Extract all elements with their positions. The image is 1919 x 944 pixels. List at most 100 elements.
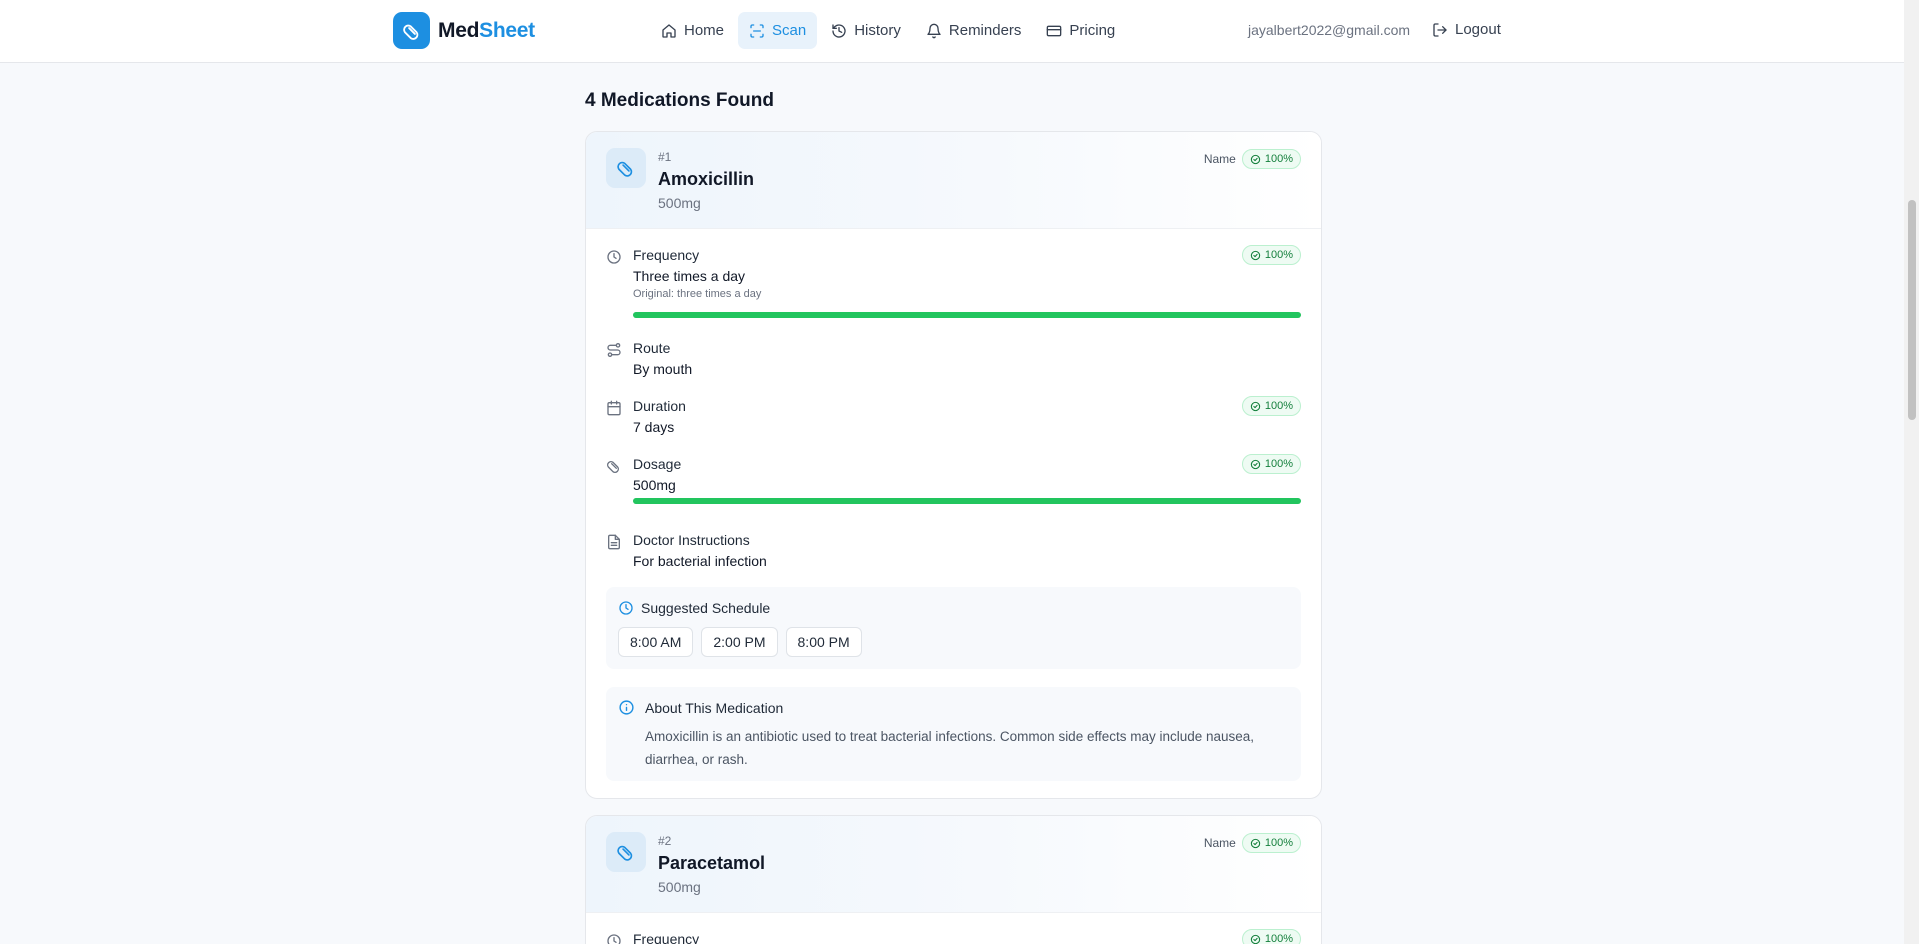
field-label: Dosage: [633, 456, 682, 472]
nav-reminders-label: Reminders: [948, 22, 1022, 39]
logo-text-sheet: Sheet: [479, 18, 535, 42]
name-confidence: Name 100%: [1204, 833, 1301, 853]
confidence-bar-fill: [633, 312, 1301, 318]
field-label: Doctor Instructions: [633, 532, 750, 548]
field-dosage: Dosage 500mg 100%: [606, 454, 1301, 516]
pill-icon: [607, 461, 619, 473]
field-duration: Duration 7 days 100%: [606, 396, 1301, 438]
medication-strength: 500mg: [658, 195, 701, 211]
logout-icon: [1433, 22, 1447, 37]
field-label: Duration: [633, 398, 686, 414]
route-icon: [607, 343, 621, 357]
page-scrollbar-thumb[interactable]: [1908, 200, 1916, 420]
logout-label: Logout: [1455, 21, 1501, 38]
confidence-badge: 100%: [1241, 245, 1301, 265]
clock-icon: [607, 934, 621, 944]
clock-icon: [619, 601, 633, 615]
confidence-bar: [633, 498, 1301, 504]
about-title: About This Medication: [645, 700, 784, 716]
medication-strength: 500mg: [658, 879, 701, 895]
name-confidence: Name 100%: [1204, 149, 1301, 169]
schedule-time-chip[interactable]: 8:00 PM: [785, 627, 862, 657]
field-value: Three times a day: [633, 268, 746, 284]
nav-scan[interactable]: Scan: [738, 12, 818, 49]
nav-pricing-label: Pricing: [1069, 22, 1116, 39]
info-icon: [619, 700, 634, 715]
nav-home-label: Home: [684, 22, 725, 39]
medication-card-header: #1 Amoxicillin 500mg Name 100%: [586, 132, 1321, 229]
nav-history-label: History: [854, 22, 901, 39]
credit-card-icon: [1047, 25, 1062, 36]
field-label: Frequency: [633, 931, 700, 944]
medication-card: #2 Paracetamol 500mg Name 100% Frequency…: [585, 815, 1322, 944]
nav-reminders[interactable]: Reminders: [915, 12, 1033, 49]
pill-icon: [606, 832, 646, 872]
home-icon: [662, 23, 676, 38]
field-value: 7 days: [633, 419, 675, 435]
confidence-badge: 100%: [1241, 396, 1301, 416]
user-email: jayalbert2022@gmail.com: [1248, 22, 1411, 38]
confidence-bar-fill: [633, 498, 1301, 504]
field-original: Original: three times a day: [633, 288, 762, 300]
document-icon: [608, 534, 620, 550]
field-label: Route: [633, 340, 671, 356]
schedule-times: 8:00 AM 2:00 PM 8:00 PM: [618, 627, 870, 657]
nav-home[interactable]: Home: [650, 12, 735, 49]
nav-pricing[interactable]: Pricing: [1035, 12, 1126, 49]
confidence-value: 100%: [1264, 249, 1293, 261]
medication-name: Paracetamol: [658, 853, 766, 873]
field-doctor-instructions: Doctor Instructions For bacterial infect…: [606, 532, 1301, 572]
confidence-value: 100%: [1264, 933, 1293, 944]
calendar-icon: [607, 400, 621, 416]
confidence-value: 100%: [1264, 153, 1293, 165]
field-value: For bacterial infection: [633, 553, 767, 569]
medication-index: #2: [658, 834, 672, 848]
check-circle-icon: [1250, 838, 1261, 848]
medication-card-header: #2 Paracetamol 500mg Name 100%: [586, 816, 1321, 913]
confidence-value: 100%: [1264, 837, 1293, 849]
confidence-badge: 100%: [1241, 454, 1301, 474]
confidence-badge: 100%: [1241, 929, 1301, 944]
field-label: Frequency: [633, 247, 700, 263]
schedule-time-chip[interactable]: 2:00 PM: [701, 627, 778, 657]
medication-index: #1: [658, 150, 672, 164]
page-scrollbar[interactable]: [1904, 0, 1919, 944]
bell-icon: [927, 23, 941, 38]
field-value: 500mg: [633, 477, 676, 493]
results-title: 4 Medications Found: [585, 90, 774, 111]
clock-icon: [607, 250, 621, 264]
field-value: By mouth: [633, 361, 693, 377]
field-route: Route By mouth: [606, 340, 1301, 380]
check-circle-icon: [1250, 401, 1261, 411]
nav-scan-label: Scan: [772, 22, 807, 39]
suggested-schedule: Suggested Schedule 8:00 AM 2:00 PM 8:00 …: [606, 587, 1301, 669]
field-frequency: Frequency Three times a day Original: th…: [606, 245, 1301, 327]
schedule-time-chip[interactable]: 8:00 AM: [618, 627, 694, 657]
scan-icon: [750, 23, 764, 38]
top-navbar: MedSheet Home Scan History Reminders Pri…: [0, 0, 1904, 63]
logo[interactable]: MedSheet: [393, 12, 535, 49]
about-text: Amoxicillin is an antibiotic used to tre…: [645, 729, 1255, 767]
main-nav: Home Scan History Reminders Pricing: [650, 12, 1129, 49]
check-circle-icon: [1250, 250, 1261, 260]
about-medication: About This Medication Amoxicillin is an …: [606, 687, 1301, 781]
confidence-badge: 100%: [1241, 833, 1301, 853]
confidence-badge: 100%: [1241, 149, 1301, 169]
name-confidence-label: Name: [1203, 152, 1236, 166]
schedule-title: Suggested Schedule: [641, 600, 771, 616]
confidence-value: 100%: [1264, 400, 1293, 412]
history-icon: [832, 23, 846, 38]
name-confidence-label: Name: [1203, 836, 1236, 850]
check-circle-icon: [1250, 459, 1261, 469]
pill-logo-icon: [393, 12, 430, 49]
medication-card: #1 Amoxicillin 500mg Name 100% Frequency…: [585, 131, 1322, 799]
confidence-value: 100%: [1264, 458, 1293, 470]
confidence-bar: [633, 312, 1301, 318]
pill-icon: [606, 148, 646, 188]
check-circle-icon: [1250, 934, 1261, 944]
logout-button[interactable]: Logout: [1432, 21, 1501, 38]
medication-name: Amoxicillin: [658, 169, 755, 189]
nav-history[interactable]: History: [820, 12, 912, 49]
logo-text-med: Med: [438, 18, 480, 42]
logo-text: MedSheet: [438, 19, 535, 43]
